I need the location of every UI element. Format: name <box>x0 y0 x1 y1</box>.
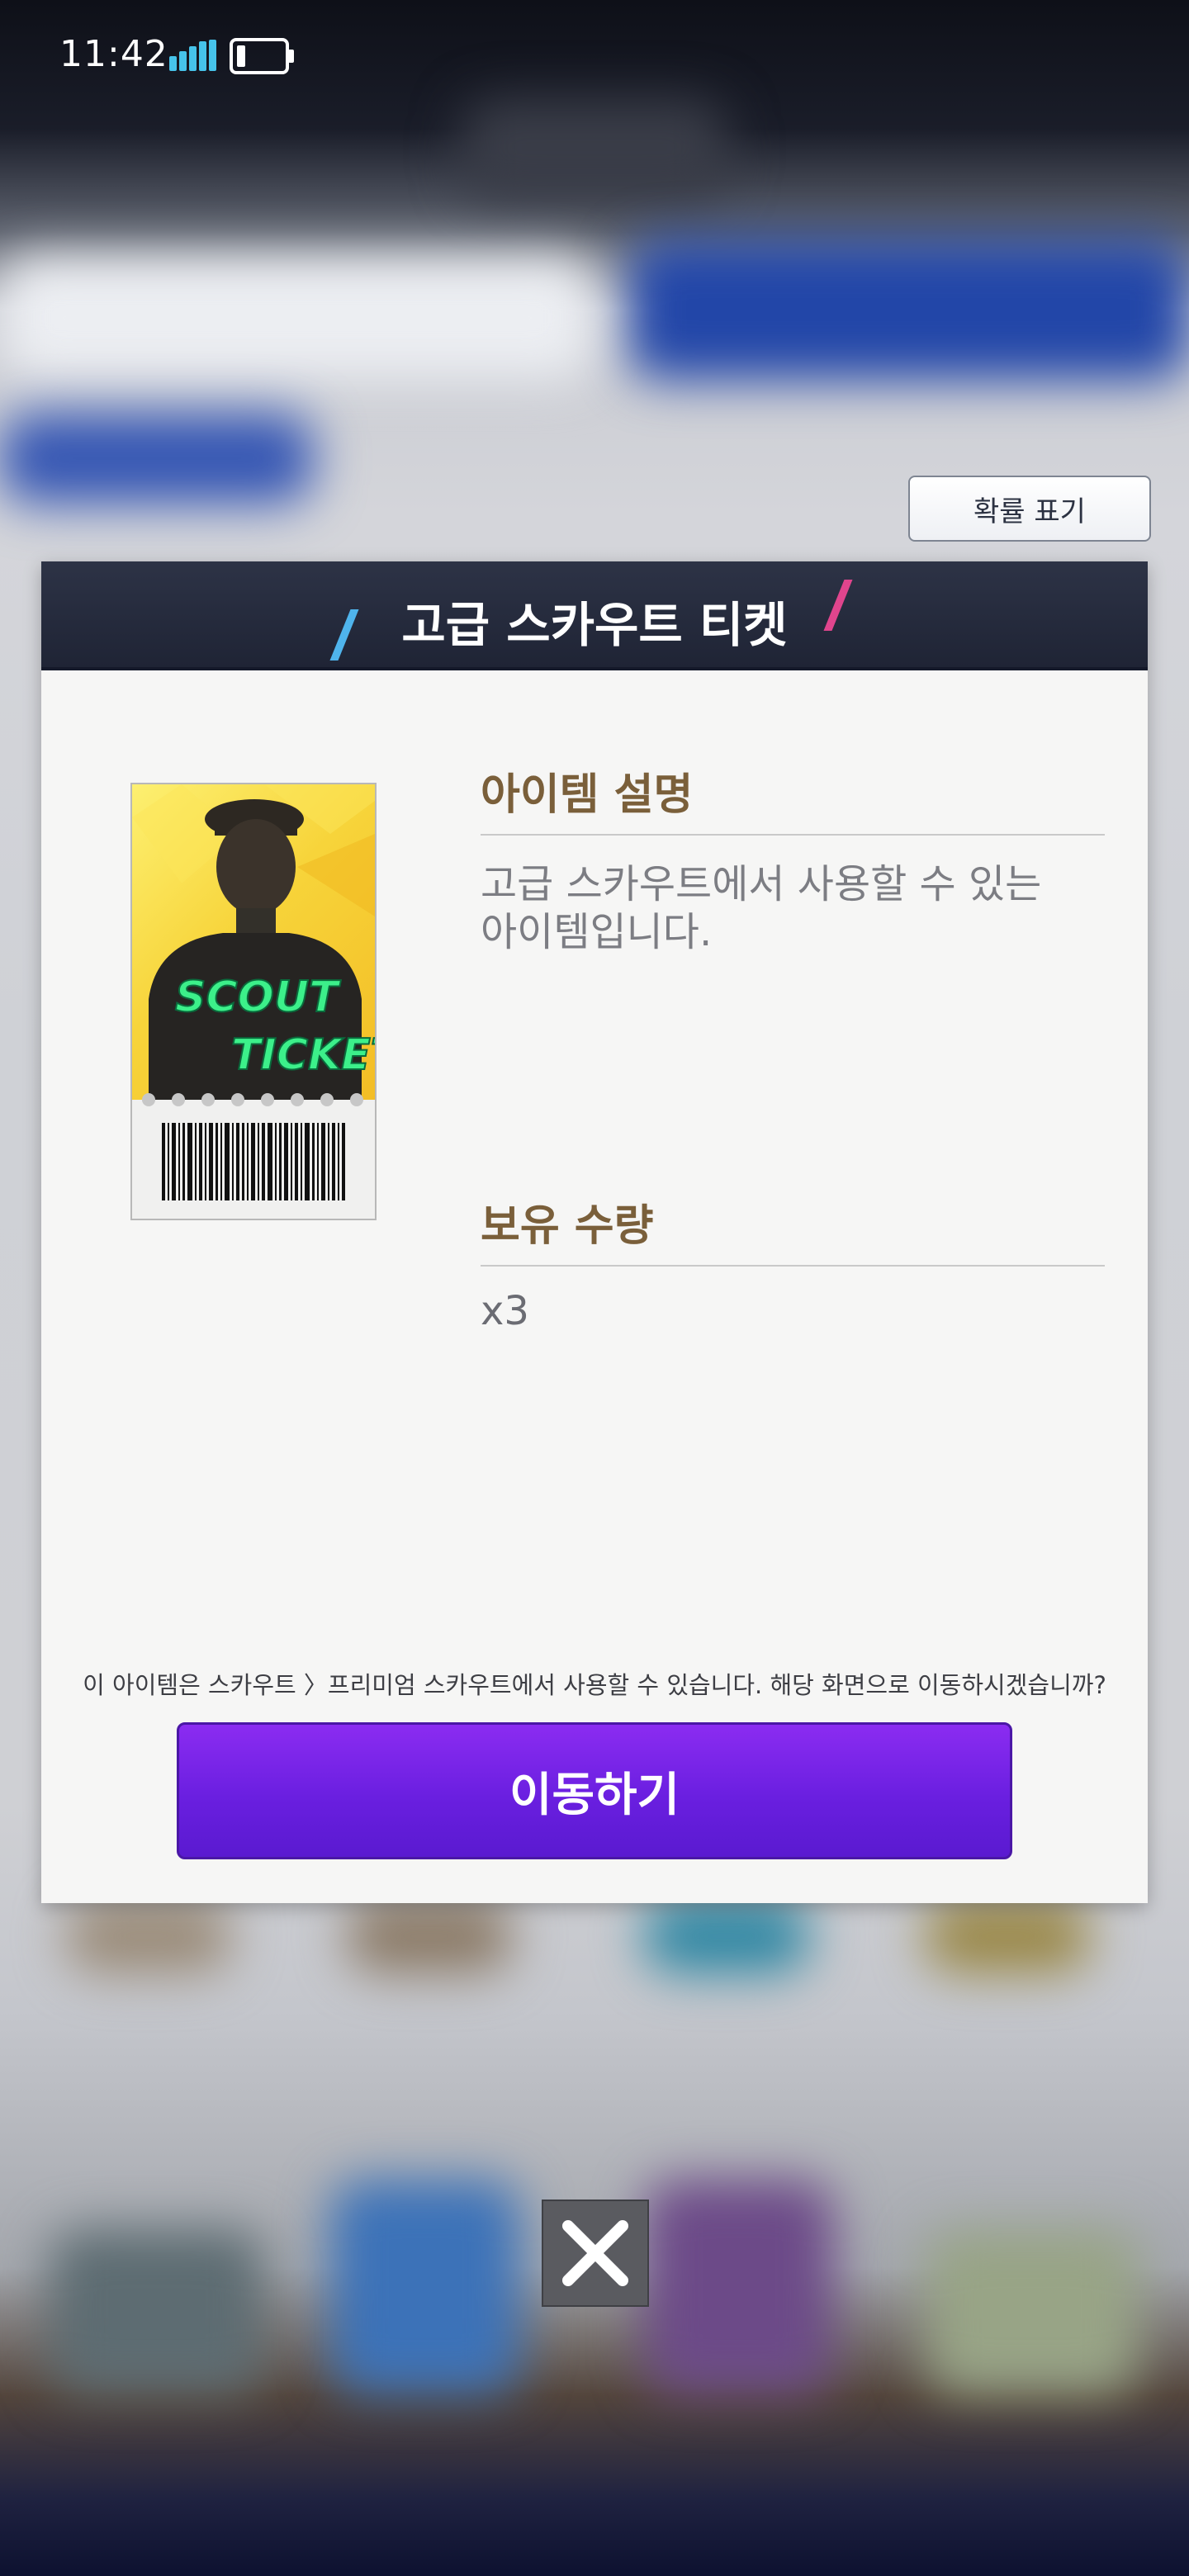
barcode-icon <box>162 1123 345 1200</box>
status-bar: 11:42 <box>0 0 1189 116</box>
dialog-header: 고급 스카우트 티켓 <box>41 561 1148 670</box>
description-line-1: 고급 스카우트에서 사용할 수 있는 <box>481 861 1042 907</box>
player-silhouette: SCOUT TICKET <box>132 784 375 1100</box>
ticket-text-scout: SCOUT <box>175 973 341 1022</box>
ticket-artwork: SCOUT TICKET <box>132 784 375 1100</box>
background-blob <box>925 2229 1139 2394</box>
background-blob <box>347 1899 512 1973</box>
background-blob <box>66 1899 231 1973</box>
description-divider <box>481 834 1105 836</box>
status-time: 11:42 <box>59 33 168 75</box>
description-heading: 아이템 설명 <box>481 770 694 820</box>
move-notice-text: 이 아이템은 스카우트 〉프리미엄 스카우트에서 사용할 수 있습니다. 해당 … <box>83 1671 1106 1699</box>
probability-display-button[interactable]: 확률 표기 <box>908 476 1151 542</box>
quantity-divider <box>481 1265 1105 1267</box>
background-blob <box>644 1899 809 1973</box>
ticket-perforation <box>142 1093 363 1106</box>
background-blob <box>0 413 314 504</box>
description-line-2: 아이템입니다. <box>481 909 713 955</box>
battery-icon <box>230 38 294 74</box>
background-blob <box>330 2180 520 2394</box>
background-blob <box>925 1899 1090 1973</box>
background-blob <box>644 2180 834 2394</box>
item-info-dialog: 고급 스카우트 티켓 SCOUT TICKET <box>41 561 1148 1903</box>
quantity-value: x3 <box>481 1288 529 1334</box>
background-blob <box>628 239 1189 380</box>
item-description: 고급 스카우트에서 사용할 수 있는 아이템입니다. <box>481 860 1092 956</box>
ticket-text-ticket: TICKET <box>231 1030 375 1080</box>
background-blob <box>0 256 594 380</box>
background-blob <box>50 2229 264 2394</box>
close-button[interactable] <box>542 2200 649 2307</box>
move-button[interactable]: 이동하기 <box>177 1722 1012 1859</box>
quantity-heading: 보유 수량 <box>481 1201 654 1251</box>
dialog-title: 고급 스카우트 티켓 <box>401 597 788 653</box>
signal-icon <box>169 40 216 71</box>
close-icon <box>562 2220 628 2286</box>
scout-ticket-image: SCOUT TICKET <box>130 783 377 1220</box>
